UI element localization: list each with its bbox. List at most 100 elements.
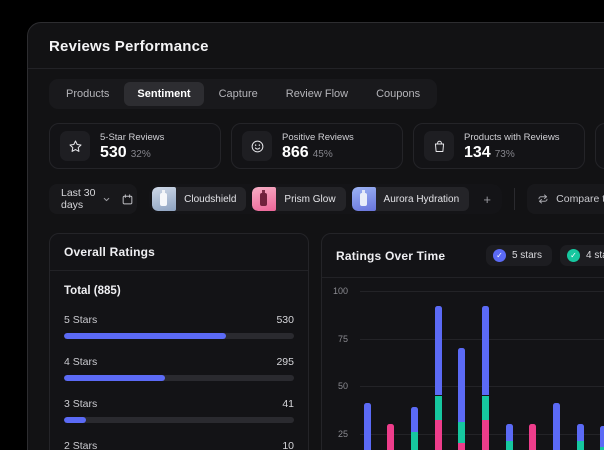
add-product-button[interactable]: + — [475, 187, 499, 211]
chart-bar-10-4-stars[interactable] — [576, 441, 584, 450]
chart-bar-8-lower-stars-legend-cut-off[interactable] — [529, 424, 537, 450]
chart-bar-5-lower-stars-legend-cut-off[interactable] — [458, 443, 466, 450]
rating-bar-fill — [64, 375, 166, 381]
stat-card-value: 866 — [282, 143, 309, 161]
rating-value: 295 — [276, 356, 294, 368]
chart-bar-7-4-stars[interactable] — [505, 441, 513, 450]
chart-bar-3-4-stars[interactable] — [410, 431, 418, 450]
tab-coupons[interactable]: Coupons — [363, 82, 433, 106]
chart-bar-5-5-stars[interactable] — [458, 348, 466, 423]
stat-icon-box — [60, 131, 90, 161]
date-range-label: Last 30 days — [61, 187, 96, 211]
tab-products[interactable]: Products — [53, 82, 122, 106]
stat-card-positive-reviews: Positive Reviews 866 45% — [231, 123, 403, 169]
compare-group: Compare to + — [527, 184, 604, 214]
chart-bar-9-5-stars[interactable] — [552, 403, 560, 450]
rating-label-row: 2 Stars 10 — [64, 440, 294, 450]
rating-label-row: 3 Stars 41 — [64, 398, 294, 410]
product-chip-label: Cloudshield — [184, 193, 237, 205]
chart-bar-6-lower-stars-legend-cut-off[interactable] — [481, 420, 489, 450]
stat-card-label: Products with Reviews — [464, 131, 560, 143]
overall-ratings-header: Overall Ratings — [50, 234, 308, 271]
rating-row-4-stars: 4 Stars 295 — [64, 356, 294, 381]
chart-bar-6-4-stars[interactable] — [481, 395, 489, 421]
stat-texts: Products with Reviews 134 73% — [464, 132, 560, 161]
product-thumb-image — [351, 187, 376, 211]
product-thumb-image — [152, 187, 177, 211]
y-tick-label-100: 100 — [332, 286, 348, 296]
y-tick-label-25: 25 — [337, 428, 348, 439]
tab-capture[interactable]: Capture — [206, 82, 271, 106]
product-chip-aurora-hydration[interactable]: Aurora Hydration — [351, 187, 470, 211]
stats-row: 5-Star Reviews 530 32% Positive Reviews 866 4… — [49, 123, 604, 169]
rating-name: 5 Stars — [64, 314, 98, 326]
stat-icon-box — [424, 131, 454, 161]
stat-icon-box — [242, 131, 272, 161]
calendar-button[interactable] — [119, 184, 138, 214]
stat-card-value: 530 — [100, 143, 127, 161]
chart-bar-11-5-stars[interactable] — [600, 425, 604, 447]
chart-bar-3-5-stars[interactable] — [410, 406, 418, 432]
window-header: Reviews Performance — [28, 23, 604, 69]
stat-card-value: 134 — [464, 143, 491, 161]
stat-card-5-star-reviews: 5-Star Reviews 530 32% — [49, 123, 221, 169]
tab-bar: Products Sentiment Capture Review Flow Coupo… — [49, 79, 438, 109]
chart-plot: 100 75 50 25 — [322, 272, 604, 450]
product-chip-prism-glow[interactable]: Prism Glow — [252, 187, 346, 211]
y-tick-label-50: 50 — [337, 381, 348, 391]
calendar-icon — [121, 193, 134, 206]
stat-card-label: Positive Reviews — [282, 131, 354, 143]
rating-label-row: 5 Stars 530 — [64, 314, 294, 326]
bag-icon — [432, 139, 447, 154]
date-filter-group: Last 30 days — [49, 184, 138, 214]
legend-chip-5-stars[interactable]: ✓ 5 stars — [485, 245, 552, 266]
smiley-icon — [250, 139, 265, 154]
chart-bar-7-5-stars[interactable] — [505, 424, 513, 442]
filter-row: Last 30 days Cloudshield Prism Glow Aurora… — [49, 184, 604, 214]
star-icon — [68, 139, 83, 154]
check-circle-icon: ✓ — [566, 249, 580, 262]
panels-row: Overall Ratings Total (885) 5 Stars 530 4 … — [49, 233, 604, 450]
grid-line-100 — [360, 291, 604, 292]
rating-name: 3 Stars — [64, 398, 98, 410]
ratings-total-label: Total (885) — [64, 285, 121, 297]
chart-bar-4-5-stars[interactable] — [434, 306, 442, 396]
chevron-down-icon — [102, 195, 111, 204]
chart-bar-4-lower-stars-legend-cut-off[interactable] — [434, 420, 442, 450]
stat-texts: 5-Star Reviews 530 32% — [100, 132, 164, 161]
overall-ratings-panel: Overall Ratings Total (885) 5 Stars 530 4 … — [49, 233, 309, 450]
rating-name: 2 Stars — [64, 440, 98, 450]
stat-card-percent: 73% — [494, 148, 515, 160]
compare-swap-icon — [537, 193, 549, 205]
chart-bar-5-4-stars[interactable] — [458, 422, 466, 443]
overall-ratings-body: Total (885) 5 Stars 530 4 Stars 295 3 Stars 4… — [50, 271, 308, 450]
overall-ratings-title: Overall Ratings — [64, 245, 156, 259]
tab-sentiment[interactable]: Sentiment — [124, 82, 204, 106]
legend-chip-4-stars[interactable]: ✓ 4 stars — [559, 245, 604, 266]
stat-card-products-with-reviews: Products with Reviews 134 73% — [413, 123, 585, 169]
check-circle-icon: ✓ — [492, 249, 506, 262]
chart-bar-1-5-stars[interactable] — [363, 403, 371, 450]
stat-value-row: 134 73% — [464, 144, 560, 161]
rating-row-5-stars: 5 Stars 530 — [64, 314, 294, 339]
product-bottle-shape — [359, 190, 367, 206]
date-range-dropdown[interactable]: Last 30 days — [49, 184, 119, 214]
ratings-over-time-title: Ratings Over Time — [336, 248, 446, 263]
rating-row-2-stars: 2 Stars 10 — [64, 440, 294, 450]
chart-bar-4-4-stars[interactable] — [434, 395, 442, 421]
rating-bar-track — [64, 417, 294, 423]
rating-bar-fill — [64, 333, 227, 339]
product-bottle-shape — [260, 190, 268, 206]
ratings-over-time-panel: Ratings Over Time ✓ 5 stars ✓ 4 stars 100 75… — [321, 233, 604, 450]
filter-divider — [514, 188, 516, 210]
legend-label: 4 stars — [585, 250, 604, 261]
chart-bar-6-5-stars[interactable] — [481, 306, 489, 396]
stat-texts: Positive Reviews 866 45% — [282, 132, 354, 161]
product-chip-cloudshield[interactable]: Cloudshield — [152, 187, 247, 211]
chart-bar-2-lower-stars-legend-cut-off[interactable] — [387, 424, 395, 450]
tab-review-flow[interactable]: Review Flow — [273, 82, 361, 106]
rating-bar-fill — [64, 417, 87, 423]
chart-bar-10-5-stars[interactable] — [576, 424, 584, 442]
y-tick-label-75: 75 — [337, 333, 348, 344]
rating-rows: 5 Stars 530 4 Stars 295 3 Stars 41 2 Stars 10 — [64, 314, 294, 450]
